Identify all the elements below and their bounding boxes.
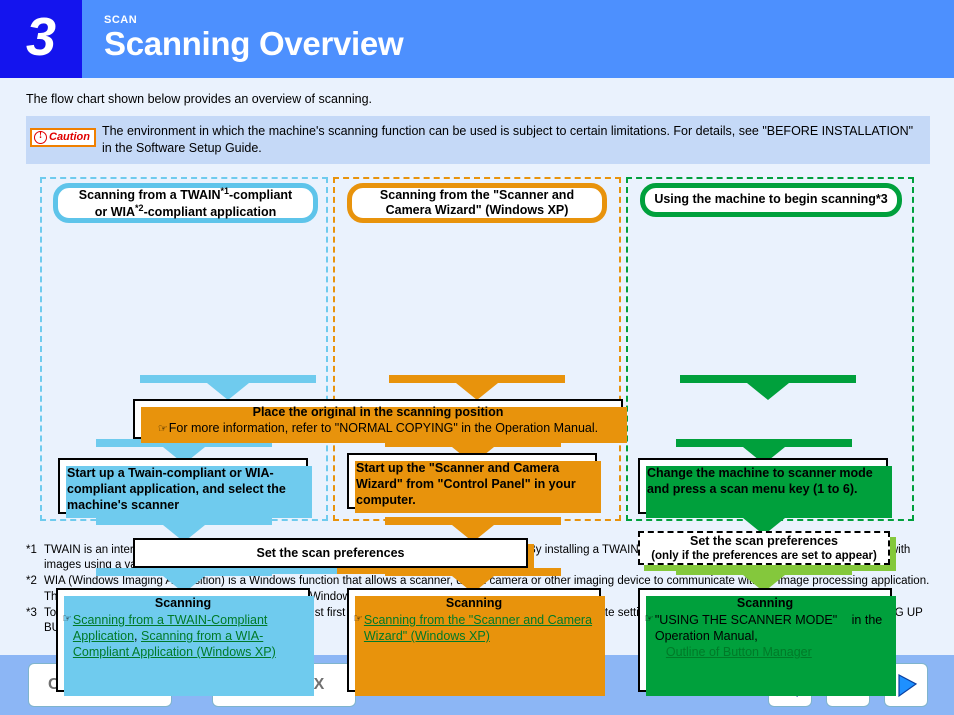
box-set-preferences-shared: Set the scan preferences (133, 537, 528, 568)
box-set-preferences-optional: Set the scan preferences (only if the pr… (638, 530, 890, 565)
flow-heading-twain-part3: or WIA (94, 204, 136, 219)
flow-heading-wizard: Scanning from the "Scanner and Camera Wi… (347, 182, 607, 223)
next-triangle-icon (898, 674, 918, 698)
link-outline-of-button-manager[interactable]: Outline of Button Manager (666, 645, 812, 659)
flow-heading-wizard-line1: Scanning from the "Scanner and (379, 187, 575, 202)
box-place-original-note-text: For more information, refer to "NORMAL C… (168, 421, 599, 435)
flow-heading-twain-part1: Scanning from a TWAIN (78, 187, 221, 202)
caution-badge: Caution (30, 128, 96, 147)
flow-chart: Scanning from a TWAIN*1-compliant or WIA… (0, 176, 954, 696)
footnote-mark: *3 (26, 606, 37, 619)
pointing-hand-icon: ☞ (62, 613, 72, 625)
chapter-number-badge: 3 (0, 0, 82, 78)
box-result-machine: Scanning ☞ "USING THE SCANNER MODE" in t… (638, 587, 896, 696)
page-header: 3 SCAN Scanning Overview (0, 0, 954, 78)
box-result-twain-separator: , (134, 629, 138, 643)
pointing-hand-icon: ☞ (353, 613, 363, 625)
flow-heading-wizard-line2: Camera Wizard" (Windows XP) (385, 202, 569, 217)
footnote-mark: *2 (26, 575, 37, 588)
caution-text: The environment in which the machine's s… (101, 124, 914, 155)
box-step-machine: Change the machine to scanner mode and p… (638, 457, 892, 518)
box-result-machine-text1: "USING THE SCANNER MODE" (654, 613, 838, 627)
flow-heading-twain-part2: -compliant (229, 187, 293, 202)
footnote-ref-2: *2 (135, 202, 144, 213)
box-set-preferences-optional-line1: Set the scan preferences (690, 533, 838, 548)
box-result-machine-title: Scanning (736, 595, 794, 610)
box-set-preferences-optional-line2: (only if the preferences are set to appe… (651, 550, 877, 563)
page-title: Scanning Overview (104, 24, 404, 62)
footnote-ref-1: *1 (220, 185, 229, 196)
box-step-twain: Start up a Twain-compliant or WIA-compli… (58, 457, 312, 518)
footnote-mark: *1 (26, 544, 37, 556)
pointing-hand-icon: ☞ (644, 613, 654, 625)
link-scanning-scanner-camera-wizard[interactable]: Scanning from the "Scanner and Camera Wi… (364, 613, 592, 643)
box-result-wizard-title: Scanning (445, 595, 503, 610)
flow-heading-twain: Scanning from a TWAIN*1-compliant or WIA… (53, 182, 318, 223)
box-place-original-note: ☞For more information, refer to "NORMAL … (141, 420, 615, 436)
pointing-hand-icon: ☞ (157, 423, 168, 435)
header-text-group: SCAN Scanning Overview (82, 0, 954, 78)
header-kicker: SCAN (104, 13, 138, 26)
box-place-original: Place the original in the scanning posit… (133, 398, 627, 443)
box-place-original-title: Place the original in the scanning posit… (252, 404, 504, 419)
arrow-wizard-to-place (389, 374, 565, 400)
box-step-wizard: Start up the "Scanner and Camera Wizard"… (347, 452, 601, 513)
caution-box: Caution The environment in which the mac… (26, 116, 930, 164)
flow-heading-machine: Using the machine to begin scanning*3 (640, 182, 902, 217)
box-result-twain: Scanning ☞ Scanning from a TWAIN-Complia… (56, 587, 314, 696)
caution-badge-label: Caution (49, 131, 90, 144)
intro-text: The flow chart shown below provides an o… (26, 92, 373, 106)
box-result-wizard: Scanning ☞ Scanning from the "Scanner an… (347, 587, 605, 696)
arrow-machine-to-place (680, 374, 856, 400)
exclamation-circle-icon (34, 130, 47, 144)
box-result-twain-title: Scanning (154, 595, 212, 610)
flow-heading-twain-part4: -compliant application (143, 204, 277, 219)
arrow-twain-to-place (140, 374, 316, 400)
